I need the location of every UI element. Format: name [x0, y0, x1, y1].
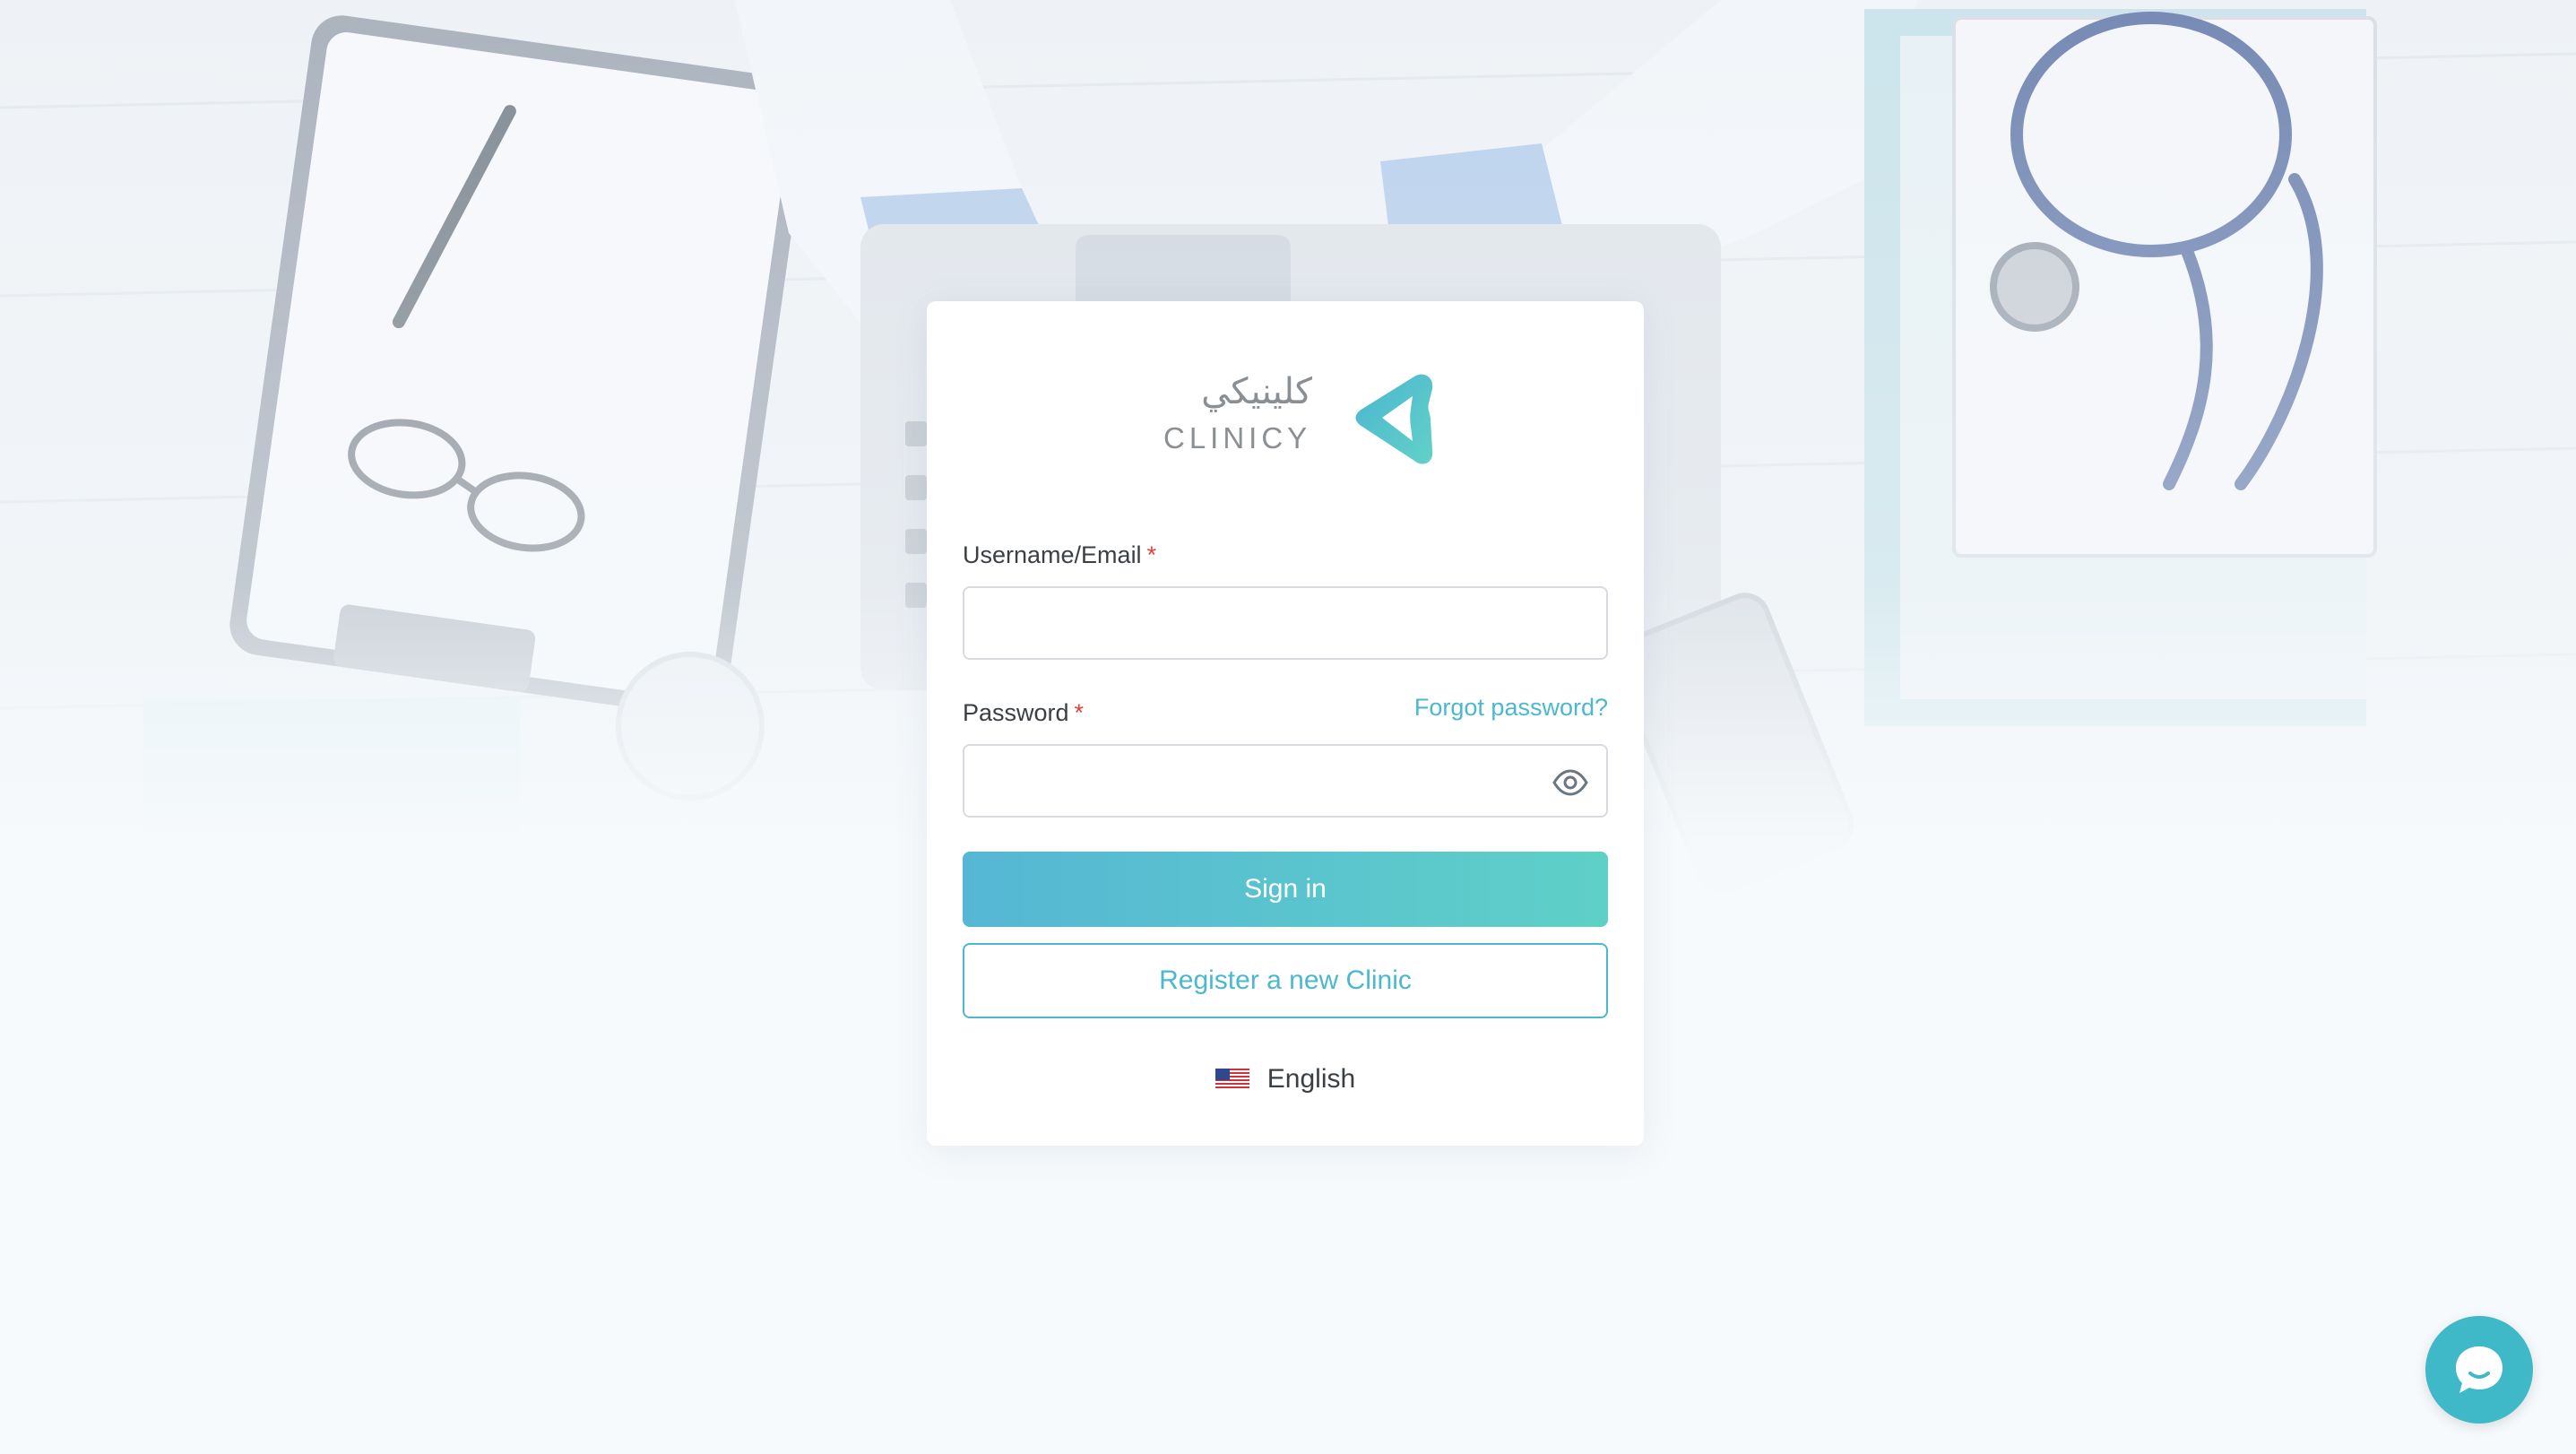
username-label: Username/Email *	[963, 541, 1156, 569]
username-input[interactable]	[963, 586, 1608, 660]
us-flag-icon	[1215, 1069, 1249, 1090]
password-required-mark: *	[1074, 699, 1085, 726]
clinicy-mark-icon	[1355, 374, 1433, 464]
chat-bubble-icon	[2456, 1346, 2503, 1393]
clinicy-logo: كلينيكي CLINICY	[1162, 368, 1433, 475]
username-label-text: Username/Email	[963, 541, 1142, 568]
language-selector[interactable]: English	[927, 1060, 1644, 1099]
username-required-mark: *	[1146, 541, 1157, 568]
password-label-text: Password	[963, 699, 1069, 726]
logo-latin-text: CLINICY	[1163, 421, 1312, 454]
forgot-password-link[interactable]: Forgot password?	[1414, 694, 1608, 722]
login-card: كلينيكي CLINICY Username/Email * Password…	[927, 301, 1644, 1146]
eye-icon[interactable]	[1552, 764, 1589, 801]
sign-in-button[interactable]: Sign in	[963, 852, 1608, 927]
register-clinic-button[interactable]: Register a new Clinic	[963, 943, 1608, 1018]
chat-widget-button[interactable]	[2425, 1316, 2533, 1424]
logo-arabic-text: كلينيكي	[1201, 371, 1312, 412]
password-label: Password *	[963, 699, 1084, 727]
language-label: English	[1266, 1064, 1356, 1094]
password-input[interactable]	[963, 744, 1608, 818]
